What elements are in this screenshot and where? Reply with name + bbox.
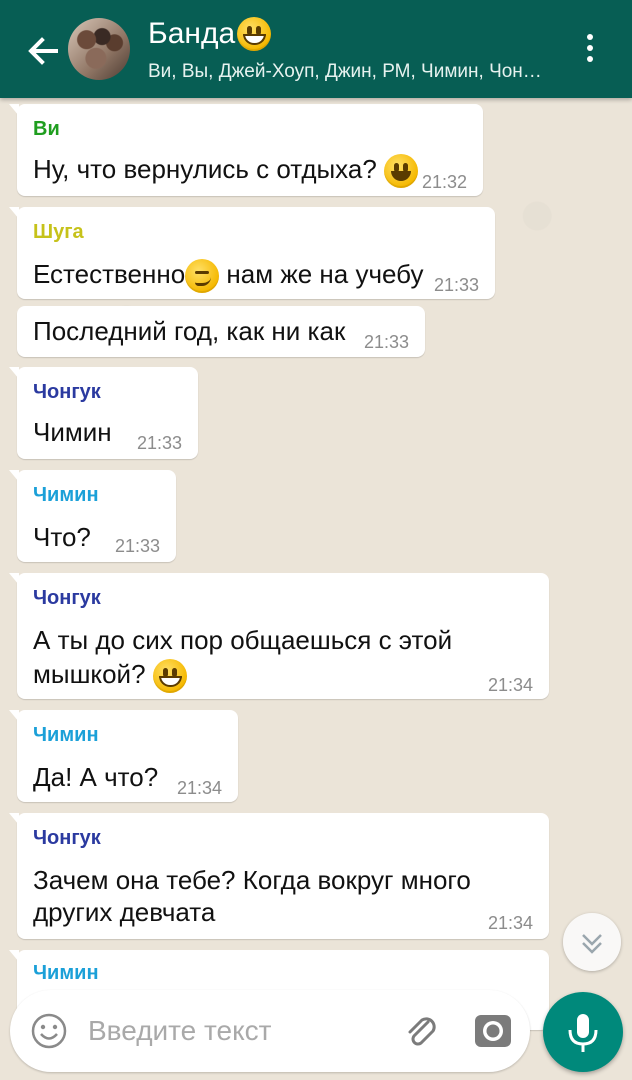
smirk-emoji-icon xyxy=(185,259,220,294)
message-text: А ты до сих пор общаешься с этой xyxy=(33,625,453,655)
message-text: Естественно xyxy=(33,259,186,289)
message-composer: Введите текст xyxy=(10,990,530,1072)
attach-button[interactable] xyxy=(400,1010,442,1052)
chat-header: Банда Ви, Вы, Джей-Хоуп, Джин, РМ, Чимин… xyxy=(0,0,632,98)
message-sender: Ви xyxy=(33,118,60,140)
message-bubble[interactable]: Последний год, как ни как 21:33 xyxy=(17,306,425,357)
message-text: Чимин xyxy=(33,417,112,447)
message-sender: Чонгук xyxy=(33,381,101,403)
message-time: 21:33 xyxy=(433,275,479,295)
message-text: Зачем она тебе? Когда вокруг много xyxy=(33,865,471,895)
message-sender: Чонгук xyxy=(33,587,101,609)
message-text: Да! А что? xyxy=(33,762,159,792)
message-time: 21:32 xyxy=(421,172,467,192)
message-input[interactable]: Введите текст xyxy=(88,1014,272,1048)
voice-message-button[interactable] xyxy=(543,992,623,1072)
message-sender: Чонгук xyxy=(33,827,101,849)
scroll-to-bottom-button[interactable] xyxy=(563,913,621,971)
message-text: мышкой? xyxy=(33,659,146,689)
message-time: 21:34 xyxy=(487,913,533,933)
message-text-wrap: мышкой? xyxy=(33,657,187,694)
message-bubble[interactable]: Чимин Что? 21:33 xyxy=(9,470,176,562)
chat-participants[interactable]: Ви, Вы, Джей-Хоуп, Джин, РМ, Чимин, Чонг… xyxy=(148,60,548,84)
chat-title-text: Банда xyxy=(148,17,236,50)
message-time: 21:34 xyxy=(176,778,222,798)
message-time: 21:33 xyxy=(114,536,160,556)
message-time: 21:33 xyxy=(136,433,182,453)
more-options-button[interactable] xyxy=(578,30,602,70)
message-bubble[interactable]: Ви Ну, что вернулись с отдыха? 21:32 xyxy=(9,104,483,196)
message-time: 21:33 xyxy=(363,332,409,352)
message-sender: Чимин xyxy=(33,962,99,984)
back-button[interactable] xyxy=(22,30,64,72)
message-text: нам же на учебу xyxy=(219,259,424,289)
message-text: Последний год, как ни как xyxy=(33,316,346,346)
smile-emoji-icon xyxy=(384,154,419,189)
camera-button[interactable] xyxy=(472,1010,514,1052)
message-bubble[interactable]: Чонгук Зачем она тебе? Когда вокруг мног… xyxy=(9,813,549,939)
message-text: Ну, что вернулись с отдыха? xyxy=(33,154,377,184)
message-sender: Чимин xyxy=(33,724,99,746)
message-time: 21:34 xyxy=(487,675,533,695)
message-bubble[interactable]: Чимин Да! А что? 21:34 xyxy=(9,710,238,802)
chevrons-down-icon xyxy=(582,934,602,954)
grin-emoji-icon xyxy=(152,659,187,694)
paperclip-icon xyxy=(408,1017,436,1046)
message-sender: Чимин xyxy=(33,484,99,506)
grin-emoji-icon xyxy=(237,17,272,51)
message-bubble[interactable]: Чонгук Чимин 21:33 xyxy=(9,367,198,459)
emoji-button[interactable] xyxy=(30,1012,68,1050)
arrow-left-icon xyxy=(28,37,58,65)
group-avatar[interactable] xyxy=(68,18,130,80)
message-text-wrap: Естественно нам же на учебу xyxy=(33,257,424,294)
smiley-icon xyxy=(31,1013,67,1049)
message-bubble[interactable]: Шуга Естественно нам же на учебу 21:33 xyxy=(9,207,495,299)
camera-icon xyxy=(475,1015,511,1047)
chat-title[interactable]: Банда xyxy=(148,16,272,52)
message-sender: Шуга xyxy=(33,221,84,243)
message-text: Что? xyxy=(33,522,91,552)
message-bubble[interactable]: Чонгук А ты до сих пор общаешься с этой … xyxy=(9,573,549,699)
message-text-wrap: Ну, что вернулись с отдыха? xyxy=(33,152,419,189)
message-text: других девчата xyxy=(33,897,216,927)
more-vertical-icon xyxy=(578,34,602,62)
microphone-icon xyxy=(568,1014,598,1052)
